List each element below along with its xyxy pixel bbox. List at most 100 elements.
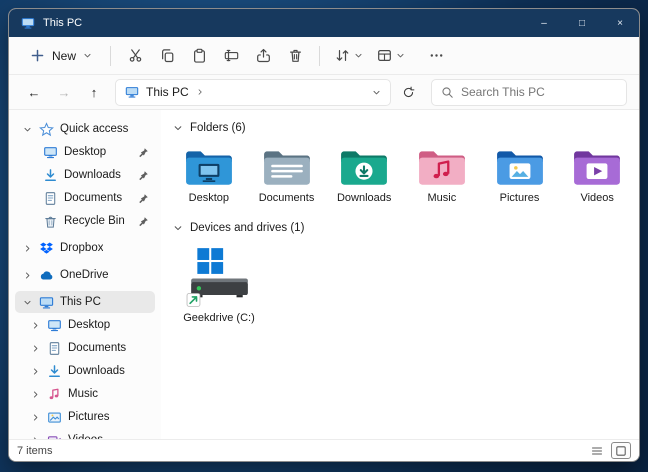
new-button-label: New xyxy=(52,49,76,63)
download-icon xyxy=(43,168,58,183)
maximize-button[interactable]: □ xyxy=(563,9,601,37)
sidebar-item-downloads-pinned[interactable]: Downloads xyxy=(15,164,155,186)
up-button[interactable]: ↑ xyxy=(81,79,107,105)
sidebar-item-desktop[interactable]: Desktop xyxy=(15,314,155,336)
sidebar-item-label: Recycle Bin xyxy=(64,215,125,227)
cut-button[interactable] xyxy=(120,42,150,70)
chevron-right-icon[interactable] xyxy=(31,390,41,399)
search-icon xyxy=(441,86,454,99)
this-pc-icon xyxy=(39,295,54,310)
see-more-button[interactable] xyxy=(421,42,451,70)
refresh-button[interactable] xyxy=(395,79,421,105)
music-folder-icon xyxy=(417,147,467,187)
sidebar-item-dropbox[interactable]: Dropbox xyxy=(15,237,155,259)
document-icon xyxy=(43,191,58,206)
folder-tile-desktop[interactable]: Desktop xyxy=(171,142,247,210)
breadcrumb-location[interactable]: This PC xyxy=(146,85,189,99)
window-title: This PC xyxy=(43,17,82,29)
drive-tile-geekdrive[interactable]: Geekdrive (C:) xyxy=(171,242,267,330)
sidebar-item-quick-access[interactable]: Quick access xyxy=(15,118,155,140)
sidebar-item-onedrive[interactable]: OneDrive xyxy=(15,264,155,286)
delete-icon xyxy=(288,48,303,63)
large-icons-view-icon xyxy=(615,445,627,457)
item-count: 7 items xyxy=(17,445,52,457)
back-button[interactable]: ← xyxy=(21,79,47,105)
sidebar-item-documents-pinned[interactable]: Documents xyxy=(15,187,155,209)
folder-name: Documents xyxy=(259,192,315,204)
sidebar-item-label: Downloads xyxy=(64,169,121,181)
pin-icon xyxy=(138,170,149,181)
pin-icon xyxy=(138,216,149,227)
chevron-right-icon[interactable] xyxy=(31,413,41,422)
chevron-down-icon xyxy=(83,51,92,60)
sidebar-item-documents[interactable]: Documents xyxy=(15,337,155,359)
monitor-icon xyxy=(47,318,62,333)
sidebar-item-this-pc[interactable]: This PC xyxy=(15,291,155,313)
view-button[interactable] xyxy=(371,42,411,70)
toolbar-separator xyxy=(319,46,320,66)
plus-icon xyxy=(30,48,45,63)
chevron-right-icon[interactable] xyxy=(31,344,41,353)
chevron-right-icon[interactable] xyxy=(196,88,204,96)
folder-tile-videos[interactable]: Videos xyxy=(559,142,635,210)
onedrive-cloud-icon xyxy=(39,268,54,283)
chevron-down-icon[interactable] xyxy=(23,298,33,307)
paste-button[interactable] xyxy=(184,42,214,70)
sidebar-item-label: Quick access xyxy=(60,123,128,135)
chevron-down-icon[interactable] xyxy=(173,223,183,233)
copy-icon xyxy=(160,48,175,63)
sidebar-item-label: Downloads xyxy=(68,365,125,377)
folder-name: Desktop xyxy=(189,192,229,204)
chevron-right-icon[interactable] xyxy=(31,321,41,330)
new-button[interactable]: New xyxy=(21,43,101,68)
title-bar[interactable]: This PC – □ × xyxy=(9,9,639,37)
folder-tile-downloads[interactable]: Downloads xyxy=(326,142,402,210)
chevron-down-icon xyxy=(396,51,405,60)
pictures-folder-icon xyxy=(495,147,545,187)
copy-button[interactable] xyxy=(152,42,182,70)
details-view-button[interactable] xyxy=(587,442,607,459)
view-toggles xyxy=(587,442,631,459)
share-button[interactable] xyxy=(248,42,278,70)
delete-button[interactable] xyxy=(280,42,310,70)
sort-button[interactable] xyxy=(329,42,369,70)
this-pc-icon xyxy=(125,85,139,99)
rename-button[interactable] xyxy=(216,42,246,70)
folder-tile-music[interactable]: Music xyxy=(404,142,480,210)
forward-button[interactable]: → xyxy=(51,79,77,105)
chevron-down-icon[interactable] xyxy=(23,125,33,134)
address-dropdown-icon[interactable] xyxy=(372,88,381,97)
sidebar-item-label: Documents xyxy=(64,192,122,204)
status-bar: 7 items xyxy=(9,439,639,461)
breadcrumb[interactable]: This PC xyxy=(115,79,391,106)
folder-tile-documents[interactable]: Documents xyxy=(249,142,325,210)
cut-icon xyxy=(128,48,143,63)
documents-folder-icon xyxy=(262,147,312,187)
sidebar-item-pictures[interactable]: Pictures xyxy=(15,406,155,428)
sidebar-item-recycle-bin[interactable]: Recycle Bin xyxy=(15,210,155,232)
folder-tile-pictures[interactable]: Pictures xyxy=(482,142,558,210)
folder-name: Downloads xyxy=(337,192,391,204)
chevron-right-icon[interactable] xyxy=(23,244,33,253)
folders-section-header[interactable]: Folders (6) xyxy=(173,122,635,134)
large-icons-view-button[interactable] xyxy=(611,442,631,459)
content-area: Folders (6) Desktop xyxy=(161,110,639,439)
chevron-down-icon[interactable] xyxy=(173,123,183,133)
search-input[interactable] xyxy=(461,85,617,99)
search-box xyxy=(431,79,627,106)
sidebar-item-music[interactable]: Music xyxy=(15,383,155,405)
chevron-right-icon[interactable] xyxy=(23,271,33,280)
sidebar-item-downloads[interactable]: Downloads xyxy=(15,360,155,382)
file-explorer-window: This PC – □ × New ← → xyxy=(8,8,640,462)
close-button[interactable]: × xyxy=(601,9,639,37)
sidebar-item-videos[interactable]: Videos xyxy=(15,429,155,439)
sidebar-item-label: Music xyxy=(68,388,98,400)
folder-name: Pictures xyxy=(500,192,540,204)
chevron-right-icon[interactable] xyxy=(31,367,41,376)
minimize-button[interactable]: – xyxy=(525,9,563,37)
download-icon xyxy=(47,364,62,379)
sidebar-item-desktop-pinned[interactable]: Desktop xyxy=(15,141,155,163)
rename-icon xyxy=(224,48,239,63)
devices-section-header[interactable]: Devices and drives (1) xyxy=(173,222,635,234)
chevron-down-icon xyxy=(354,51,363,60)
